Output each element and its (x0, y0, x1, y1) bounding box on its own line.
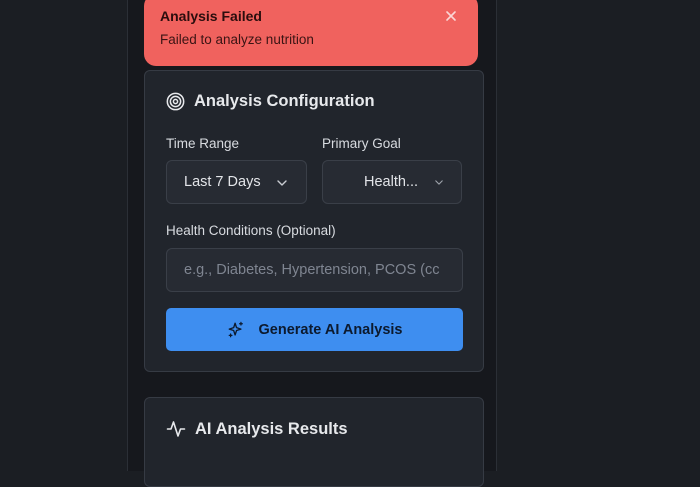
primary-goal-label: Primary Goal (322, 136, 401, 151)
generate-ai-analysis-button[interactable]: Generate AI Analysis (166, 308, 463, 351)
health-conditions-label: Health Conditions (Optional) (166, 223, 336, 238)
time-range-value: Last 7 Days (184, 174, 261, 190)
time-range-label: Time Range (166, 136, 240, 151)
close-icon[interactable] (444, 9, 458, 23)
sparkles-icon (228, 321, 243, 337)
toast-title: Analysis Failed (160, 8, 262, 24)
chevron-down-icon (435, 180, 443, 185)
chevron-down-icon (277, 180, 287, 186)
health-conditions-placeholder: e.g., Diabetes, Hypertension, PCOS (cc (184, 262, 440, 278)
analysis-configuration-card: Analysis Configuration Time Range Primar… (144, 70, 484, 372)
primary-goal-value: Health... (364, 174, 418, 190)
config-title: Analysis Configuration (194, 92, 375, 110)
results-header: AI Analysis Results (166, 419, 348, 439)
health-conditions-input[interactable]: e.g., Diabetes, Hypertension, PCOS (cc (166, 248, 463, 292)
activity-icon (166, 421, 186, 437)
primary-goal-select[interactable]: Health... (322, 160, 462, 204)
toast-message: Failed to analyze nutrition (160, 32, 314, 47)
target-icon (166, 92, 185, 111)
generate-button-label: Generate AI Analysis (258, 321, 403, 338)
ai-analysis-results-card: AI Analysis Results (144, 397, 484, 487)
time-range-select[interactable]: Last 7 Days (166, 160, 307, 204)
results-title: AI Analysis Results (195, 419, 348, 438)
config-header: Analysis Configuration (166, 92, 375, 111)
error-toast: Analysis Failed Failed to analyze nutrit… (144, 0, 478, 66)
